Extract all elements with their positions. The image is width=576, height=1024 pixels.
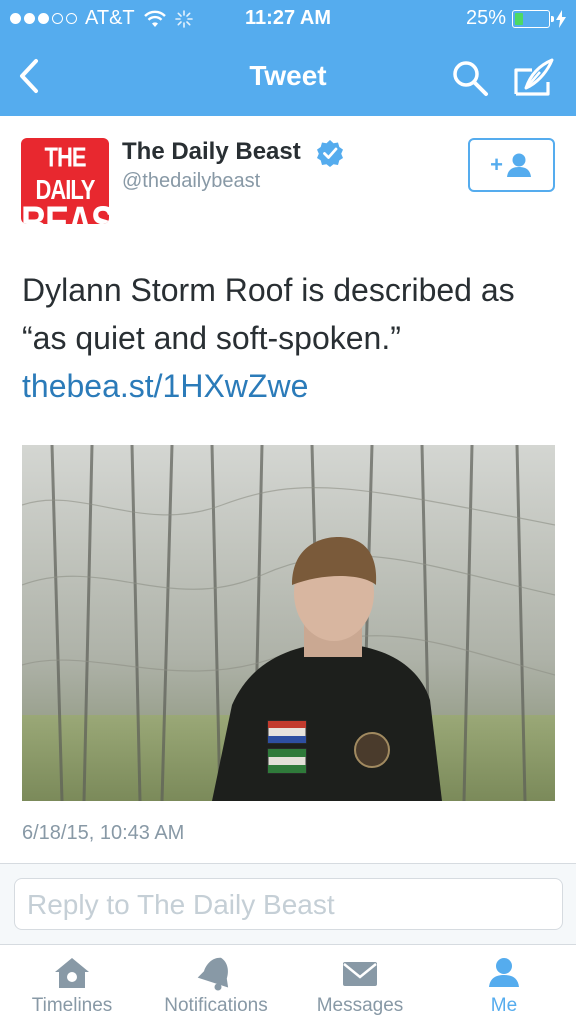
tab-label-notifications: Notifications	[164, 995, 268, 1016]
follow-plus: +	[490, 152, 503, 177]
home-icon	[55, 958, 89, 988]
envelope-icon	[343, 962, 377, 986]
tab-label-me: Me	[490, 995, 518, 1016]
author-name[interactable]: The Daily Beast	[122, 138, 301, 166]
reply-bar: Reply to The Daily Beast	[0, 864, 576, 944]
tweet-timestamp: 6/18/15, 10:43 AM	[22, 822, 185, 844]
person-icon	[489, 958, 519, 987]
status-bar: AT&T 11:27 AM 25%	[0, 0, 576, 36]
tab-timelines[interactable]: Timelines	[14, 945, 130, 1024]
charging-bolt-icon	[556, 9, 566, 28]
tweet-photo-image	[22, 445, 555, 801]
tab-label-messages: Messages	[316, 995, 404, 1016]
bell-icon	[197, 957, 229, 991]
tweet-link[interactable]: thebea.st/1HXwZwe	[22, 362, 556, 410]
tweet-text: Dylann Storm Roof is described as “as qu…	[22, 266, 556, 410]
tweet-photo[interactable]	[22, 445, 555, 801]
tab-bar: Timelines Notifications Messages Me	[0, 944, 576, 1024]
tweet-body: Dylann Storm Roof is described as “as qu…	[22, 272, 515, 356]
top-bar: AT&T 11:27 AM 25% Tweet	[0, 0, 576, 116]
author-handle[interactable]: @thedailybeast	[122, 170, 260, 193]
tab-label-timelines: Timelines	[31, 995, 113, 1016]
status-right: 25%	[466, 7, 566, 30]
verified-badge-icon	[317, 140, 343, 167]
battery-fill	[515, 12, 523, 25]
person-icon	[506, 153, 531, 177]
battery-percent: 25%	[465, 7, 506, 29]
navigation-bar: Tweet	[0, 40, 576, 112]
battery-icon	[512, 9, 554, 28]
compose-icon[interactable]	[512, 56, 556, 100]
avatar-logo-line-2: BEAST	[21, 195, 109, 224]
search-icon[interactable]	[450, 58, 490, 98]
reply-input[interactable]: Reply to The Daily Beast	[14, 878, 563, 930]
tab-me[interactable]: Me	[456, 945, 552, 1024]
avatar[interactable]: THE DAILY BEAST	[21, 138, 109, 224]
tab-notifications[interactable]: Notifications	[152, 945, 280, 1024]
tab-messages[interactable]: Messages	[300, 945, 420, 1024]
follow-button[interactable]: +	[468, 138, 555, 192]
